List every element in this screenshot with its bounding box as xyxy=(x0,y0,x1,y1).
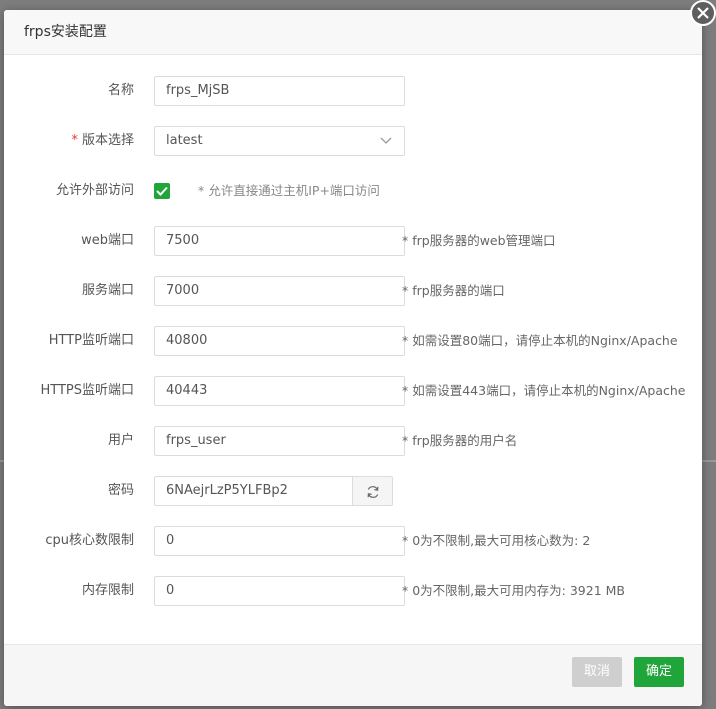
user-input[interactable]: frps_user xyxy=(154,426,405,456)
cancel-button[interactable]: 取消 xyxy=(572,657,622,687)
https-port-input[interactable]: 40443 xyxy=(154,376,405,406)
cpu-limit-input[interactable]: 0 xyxy=(154,526,405,556)
service-port-hint: * frp服务器的端口 xyxy=(402,283,505,298)
external-access-hint: * 允许直接通过主机IP+端口访问 xyxy=(198,183,380,198)
row-user: 用户 frps_user * frp服务器的用户名 xyxy=(4,426,702,456)
password-input[interactable]: 6NAejrLzP5YLFBp2 xyxy=(154,476,353,506)
close-icon xyxy=(697,7,709,19)
close-dialog-button[interactable] xyxy=(690,0,716,26)
http-port-hint: * 如需设置80端口，请停止本机的Nginx/Apache xyxy=(402,333,678,348)
row-mem-limit: 内存限制 0 * 0为不限制,最大可用内存为: 3921 MB xyxy=(4,576,702,606)
row-name: 名称 frps_MjSB xyxy=(4,76,702,106)
row-password: 密码 6NAejrLzP5YLFBp2 xyxy=(4,476,702,506)
user-label: 用户 xyxy=(107,433,134,448)
password-label: 密码 xyxy=(107,483,134,498)
refresh-icon xyxy=(367,486,379,498)
row-web-port: web端口 7500 * frp服务器的web管理端口 xyxy=(4,226,702,256)
http-port-input[interactable]: 40800 xyxy=(154,326,405,356)
row-http-port: HTTP监听端口 40800 * 如需设置80端口，请停止本机的Nginx/Ap… xyxy=(4,326,702,356)
external-access-checkbox[interactable] xyxy=(154,183,170,199)
user-hint: * frp服务器的用户名 xyxy=(402,433,518,448)
external-access-label: 允许外部访问 xyxy=(55,183,134,198)
dialog-title: frps安装配置 xyxy=(4,10,702,55)
version-label: 版本选择 xyxy=(81,133,134,148)
cpu-limit-label: cpu核心数限制 xyxy=(45,533,134,548)
version-select[interactable]: latest xyxy=(154,126,405,156)
service-port-input[interactable]: 7000 xyxy=(154,276,405,306)
cpu-limit-hint: * 0为不限制,最大可用核心数为: 2 xyxy=(402,533,591,548)
confirm-button[interactable]: 确定 xyxy=(634,657,684,687)
version-label-wrap: * 版本选择 xyxy=(71,126,134,156)
mem-limit-label: 内存限制 xyxy=(81,583,134,598)
required-mark: * xyxy=(71,133,78,148)
web-port-input[interactable]: 7500 xyxy=(154,226,405,256)
mem-limit-hint: * 0为不限制,最大可用内存为: 3921 MB xyxy=(402,583,625,598)
service-port-label: 服务端口 xyxy=(81,283,134,298)
check-icon xyxy=(156,186,168,196)
row-service-port: 服务端口 7000 * frp服务器的端口 xyxy=(4,276,702,306)
row-version: * 版本选择 latest xyxy=(4,126,702,156)
row-external-access: 允许外部访问 * 允许直接通过主机IP+端口访问 xyxy=(4,176,702,206)
row-https-port: HTTPS监听端口 40443 * 如需设置443端口，请停止本机的Nginx/… xyxy=(4,376,702,406)
dialog-footer: 取消 确定 xyxy=(4,644,702,706)
row-cpu-limit: cpu核心数限制 0 * 0为不限制,最大可用核心数为: 2 xyxy=(4,526,702,556)
mem-limit-input[interactable]: 0 xyxy=(154,576,405,606)
frps-config-dialog: frps安装配置 名称 frps_MjSB * 版本选择 latest 允许外部访… xyxy=(4,10,702,706)
https-port-hint: * 如需设置443端口，请停止本机的Nginx/Apache xyxy=(402,383,686,398)
http-port-label: HTTP监听端口 xyxy=(48,333,134,348)
web-port-hint: * frp服务器的web管理端口 xyxy=(402,233,556,248)
name-input[interactable]: frps_MjSB xyxy=(154,76,405,106)
name-label: 名称 xyxy=(107,83,134,98)
chevron-down-icon xyxy=(380,137,392,144)
regenerate-password-button[interactable] xyxy=(352,476,393,506)
https-port-label: HTTPS监听端口 xyxy=(40,383,134,398)
web-port-label: web端口 xyxy=(81,233,134,248)
version-selected-value: latest xyxy=(166,133,203,148)
